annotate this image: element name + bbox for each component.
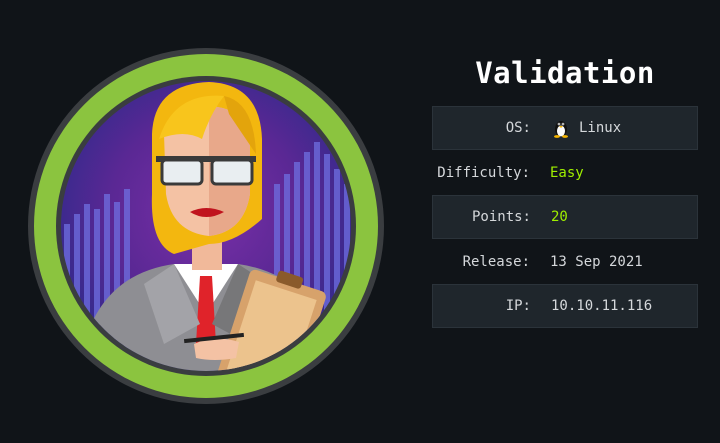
os-label: OS: [505, 120, 531, 136]
info-row-difficulty: Difficulty: Easy [432, 150, 698, 195]
points-label: Points: [471, 209, 531, 225]
os-value: Linux [551, 118, 621, 138]
machine-info-table: OS: Linux Difficulty: Easy Points: 20 Re… [432, 106, 698, 328]
info-row-ip: IP: 10.10.11.116 [432, 284, 698, 328]
difficulty-label: Difficulty: [437, 165, 530, 181]
release-value: 13 Sep 2021 [550, 254, 643, 270]
info-row-os: OS: Linux [432, 106, 698, 150]
points-value: 20 [551, 209, 568, 225]
info-row-points: Points: 20 [432, 195, 698, 239]
machine-name: Validation [475, 56, 655, 90]
linux-tux-icon [554, 121, 568, 138]
machine-avatar [24, 44, 388, 408]
release-label: Release: [462, 254, 530, 270]
difficulty-value: Easy [550, 165, 584, 181]
ip-value: 10.10.11.116 [551, 298, 653, 314]
ip-label: IP: [505, 298, 531, 314]
avatar-illustration [28, 48, 384, 404]
os-value-text: Linux [579, 120, 622, 136]
info-row-release: Release: 13 Sep 2021 [432, 239, 698, 284]
